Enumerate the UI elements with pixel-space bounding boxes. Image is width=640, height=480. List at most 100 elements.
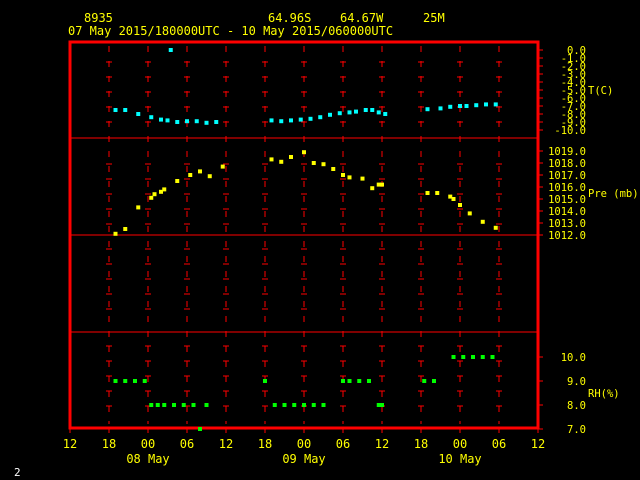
y-tick-label-1-3: 1016.0 xyxy=(548,182,586,194)
x-tick-label-7: 06 xyxy=(336,437,350,451)
data-point-1-25 xyxy=(425,191,430,195)
x-tick-label-3: 06 xyxy=(180,437,194,451)
y-tick-label-1-1: 1018.0 xyxy=(548,158,586,170)
data-point-1-8 xyxy=(188,173,193,177)
data-point-2-16 xyxy=(302,403,306,407)
day-label-2: 10 May xyxy=(438,452,481,466)
day-label-0: 08 May xyxy=(126,452,169,466)
data-point-2-9 xyxy=(191,403,196,407)
y-tick-label-2-0: 10.0 xyxy=(561,352,586,364)
data-point-2-8 xyxy=(181,403,186,407)
data-point-2-4 xyxy=(149,403,154,407)
data-point-1-29 xyxy=(458,203,462,207)
panel-label-0: T(C) xyxy=(588,85,613,97)
data-point-0-3 xyxy=(149,115,154,120)
data-point-1-1 xyxy=(123,227,128,231)
data-point-1-22 xyxy=(370,186,375,191)
data-point-1-18 xyxy=(331,167,336,171)
x-tick-label-5: 18 xyxy=(258,437,272,451)
data-point-0-0 xyxy=(113,108,118,112)
data-point-0-26 xyxy=(425,107,430,112)
data-point-2-10 xyxy=(198,427,202,431)
x-tick-label-11: 06 xyxy=(492,437,506,451)
data-point-1-6 xyxy=(162,187,167,192)
x-tick-label-10: 00 xyxy=(453,437,467,451)
data-point-0-19 xyxy=(337,111,342,116)
data-point-2-13 xyxy=(272,403,277,407)
data-point-2-28 xyxy=(461,355,466,359)
data-point-2-18 xyxy=(321,403,326,407)
data-point-0-32 xyxy=(484,102,488,107)
data-point-2-3 xyxy=(142,379,147,383)
data-point-2-22 xyxy=(367,379,371,383)
data-point-0-25 xyxy=(383,112,388,116)
data-point-1-2 xyxy=(136,205,141,210)
data-point-1-20 xyxy=(347,175,352,180)
data-point-1-28 xyxy=(451,197,456,201)
y-tick-label-1-6: 1013.0 xyxy=(548,218,586,230)
data-point-1-17 xyxy=(321,162,326,167)
data-point-0-15 xyxy=(298,117,303,122)
data-point-2-30 xyxy=(480,355,485,359)
data-point-2-26 xyxy=(432,379,436,383)
data-point-2-7 xyxy=(172,403,176,407)
data-point-1-0 xyxy=(113,231,118,236)
data-point-0-2 xyxy=(136,112,141,116)
meteogram-chart: 12 18 00 06 12 18 00 06 12 18 00 06 12 08 May 09 May 10… xyxy=(63,40,639,466)
data-point-0-17 xyxy=(318,115,323,120)
x-tick-label-2: 00 xyxy=(141,437,155,451)
data-point-2-11 xyxy=(204,403,209,407)
data-point-2-15 xyxy=(292,403,297,407)
x-tick-label-4: 12 xyxy=(219,437,233,451)
data-point-1-10 xyxy=(207,174,212,179)
data-point-1-15 xyxy=(302,150,306,155)
page-number: 2 xyxy=(14,466,21,479)
y-tick-label-2-1: 9.0 xyxy=(567,376,586,388)
data-point-1-7 xyxy=(175,179,180,183)
x-tick-label-8: 12 xyxy=(375,437,389,451)
x-tick-label-9: 18 xyxy=(414,437,428,451)
data-point-0-31 xyxy=(474,103,479,108)
data-point-0-14 xyxy=(289,118,293,123)
data-point-0-7 xyxy=(185,119,189,124)
data-point-0-16 xyxy=(308,116,313,121)
data-point-2-12 xyxy=(263,379,267,383)
data-point-2-24 xyxy=(380,403,384,407)
day-label-1: 09 May xyxy=(282,452,325,466)
data-point-2-25 xyxy=(422,379,427,383)
data-point-1-3 xyxy=(149,195,154,200)
data-point-1-11 xyxy=(220,164,225,169)
y-tick-label-1-7: 1012.0 xyxy=(548,230,586,242)
x-tick-label-6: 00 xyxy=(297,437,311,451)
data-point-0-24 xyxy=(376,110,381,115)
y-tick-label-2-2: 8.0 xyxy=(567,400,586,412)
y-tick-label-1-4: 1015.0 xyxy=(548,194,586,206)
data-point-2-1 xyxy=(123,379,128,383)
data-point-1-14 xyxy=(289,155,293,159)
data-point-2-21 xyxy=(357,379,362,383)
data-point-2-31 xyxy=(490,355,495,359)
x-tick-label-12: 12 xyxy=(531,437,545,451)
data-point-1-31 xyxy=(480,219,485,224)
data-point-0-12 xyxy=(269,118,274,123)
data-point-1-32 xyxy=(493,225,498,230)
data-point-2-27 xyxy=(451,355,456,359)
data-point-1-21 xyxy=(360,176,365,181)
data-point-0-4 xyxy=(159,117,163,122)
data-point-1-9 xyxy=(198,169,202,174)
data-point-1-19 xyxy=(341,173,345,177)
data-point-0-33 xyxy=(493,102,498,107)
data-point-0-6 xyxy=(175,120,180,124)
data-point-0-18 xyxy=(328,112,332,117)
data-point-0-30 xyxy=(464,104,469,108)
data-point-0-10 xyxy=(214,120,219,124)
data-point-0-21 xyxy=(354,109,358,114)
data-point-1-30 xyxy=(467,211,472,216)
y-tick-label-1-0: 1019.0 xyxy=(548,146,586,158)
data-point-2-5 xyxy=(155,403,160,407)
data-point-2-0 xyxy=(113,379,118,383)
data-point-2-19 xyxy=(341,379,345,383)
data-point-0-23 xyxy=(370,108,375,112)
y-tick-label-0-10: -10.0 xyxy=(554,125,586,137)
data-point-1-4 xyxy=(152,192,157,197)
